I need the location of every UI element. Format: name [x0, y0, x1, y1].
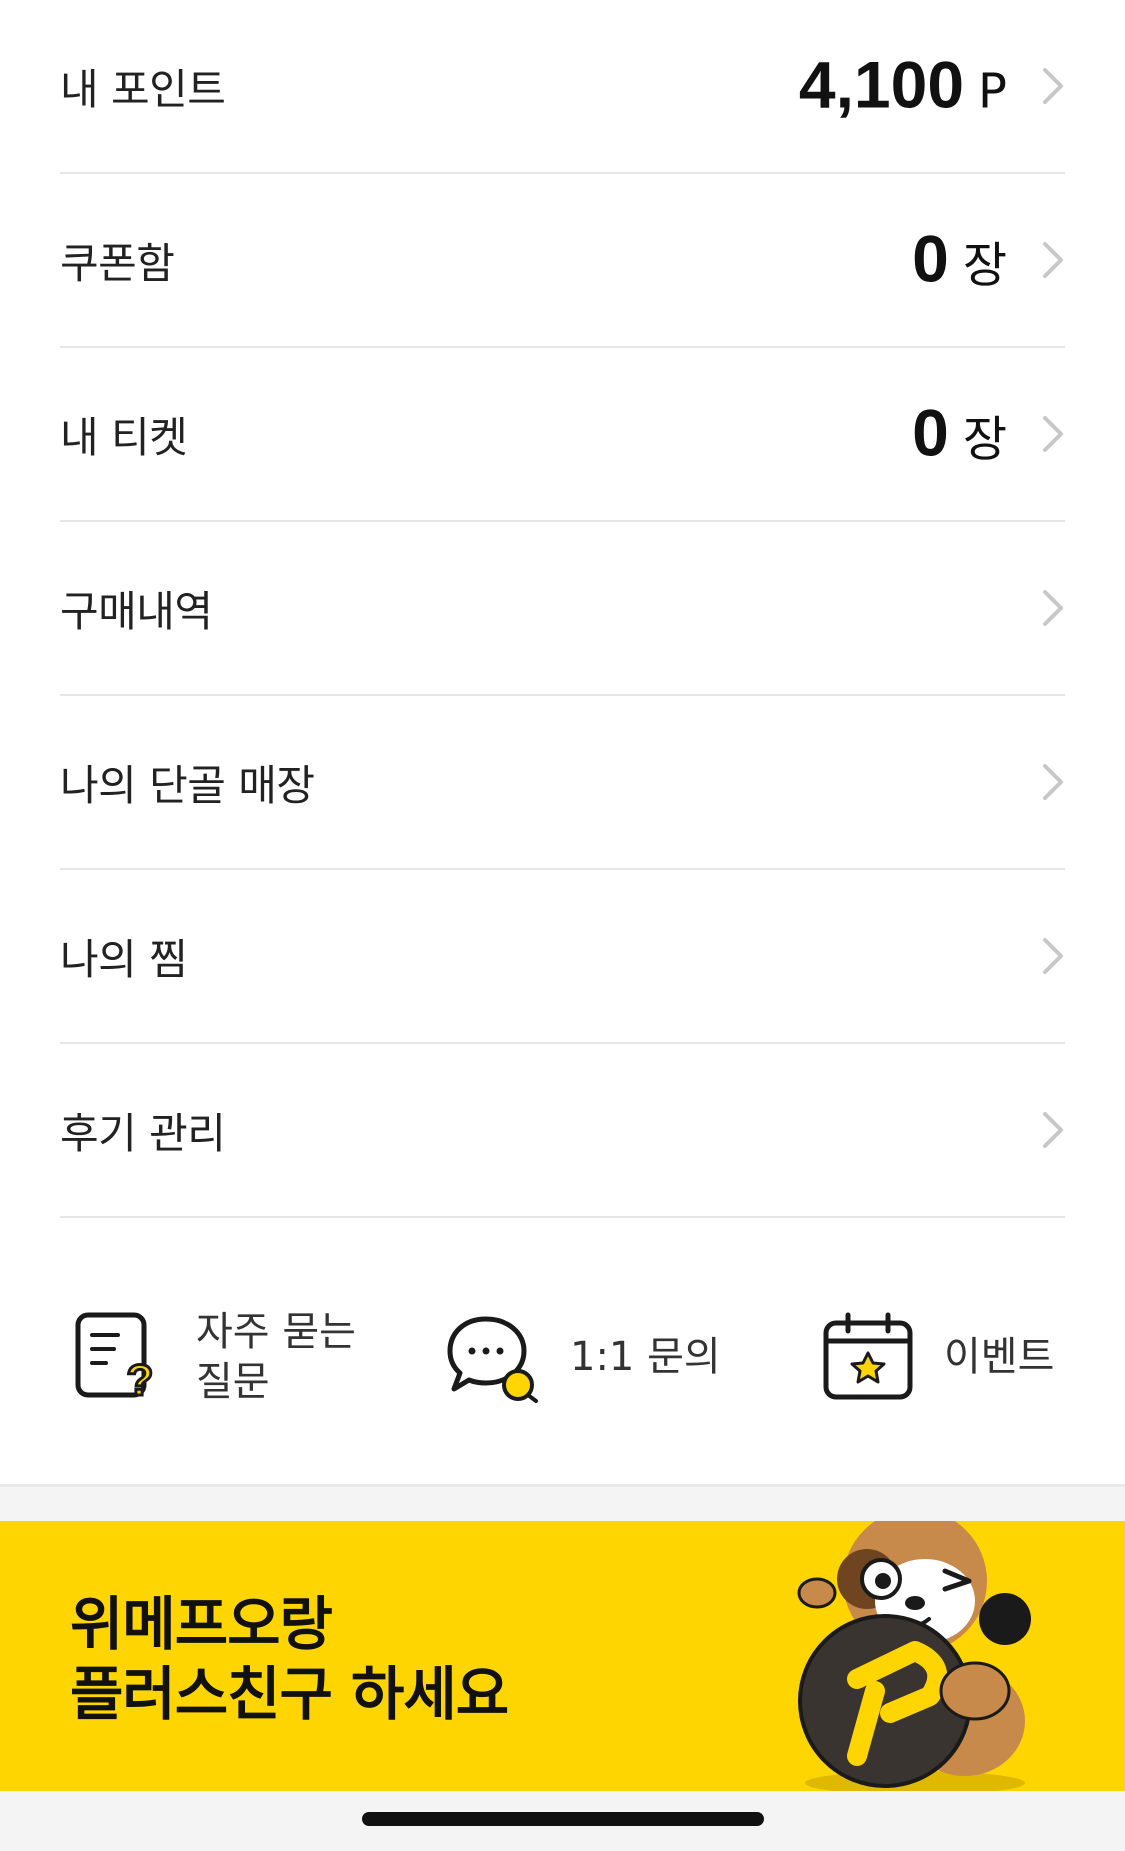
coupons-value: 0 장 [912, 220, 1007, 296]
chevron-right-icon [1043, 68, 1063, 104]
menu-row-purchases[interactable]: 구매내역 [60, 522, 1065, 696]
favorite-stores-label: 나의 단골 매장 [60, 760, 315, 810]
faq-label: 자주 묻는 질문 [196, 1307, 356, 1407]
banner-text: 위메프오랑 플러스친구 하세요 [70, 1589, 509, 1729]
menu-row-reviews[interactable]: 후기 관리 [60, 1044, 1065, 1218]
chevron-right-icon [1043, 590, 1063, 626]
menu-row-tickets[interactable]: 내 티켓 0 장 [60, 348, 1065, 522]
calendar-star-icon [823, 1312, 913, 1400]
chevron-right-icon [1043, 764, 1063, 800]
banner-line1: 위메프오랑 [70, 1590, 333, 1658]
faq-document-icon: ? [75, 1312, 155, 1405]
coupons-count: 0 [912, 221, 949, 296]
chevron-right-icon [1043, 938, 1063, 974]
menu-row-wishlist[interactable]: 나의 찜 [60, 870, 1065, 1044]
quick-links: ? 자주 묻는 질문 1:1 문의 이벤트 [0, 1282, 1125, 1432]
inquiry-link[interactable]: 1:1 문의 [446, 1282, 721, 1432]
chevron-right-icon [1043, 1112, 1063, 1148]
my-page-menu: 내 포인트 4,100 P 쿠폰함 0 장 내 티켓 0 장 구매내역 나의 단… [0, 0, 1125, 1218]
faq-link[interactable]: ? 자주 묻는 질문 [72, 1282, 356, 1432]
section-gap [0, 1487, 1125, 1521]
tickets-count: 0 [912, 395, 949, 470]
tickets-label: 내 티켓 [60, 412, 188, 462]
points-amount: 4,100 [798, 47, 965, 122]
tickets-value: 0 장 [912, 394, 1007, 470]
home-indicator [362, 1812, 764, 1826]
tickets-unit: 장 [962, 411, 1007, 468]
banner-line2: 플러스친구 하세요 [70, 1660, 509, 1728]
coupons-unit: 장 [962, 237, 1007, 294]
inquiry-label: 1:1 문의 [570, 1334, 721, 1380]
purchases-label: 구매내역 [60, 586, 213, 636]
menu-row-points[interactable]: 내 포인트 4,100 P [60, 0, 1065, 174]
wishlist-label: 나의 찜 [60, 934, 188, 984]
points-unit: P [978, 63, 1007, 120]
reviews-label: 후기 관리 [60, 1108, 226, 1158]
chat-bubble-icon [447, 1316, 538, 1403]
svg-text:?: ? [127, 1356, 154, 1405]
chevron-right-icon [1043, 242, 1063, 278]
events-label: 이벤트 [944, 1334, 1055, 1380]
plus-friend-banner[interactable]: 위메프오랑 플러스친구 하세요 [0, 1521, 1125, 1791]
faq-label-line2: 질문 [196, 1359, 270, 1405]
faq-label-line1: 자주 묻는 [196, 1309, 356, 1355]
coupons-label: 쿠폰함 [60, 238, 175, 288]
mascot-image [797, 1521, 1031, 1791]
points-value: 4,100 P [799, 46, 1007, 122]
chevron-right-icon [1043, 416, 1063, 452]
events-link[interactable]: 이벤트 [820, 1282, 1054, 1432]
points-label: 내 포인트 [60, 64, 226, 114]
menu-row-favorite-stores[interactable]: 나의 단골 매장 [60, 696, 1065, 870]
menu-row-coupons[interactable]: 쿠폰함 0 장 [60, 174, 1065, 348]
